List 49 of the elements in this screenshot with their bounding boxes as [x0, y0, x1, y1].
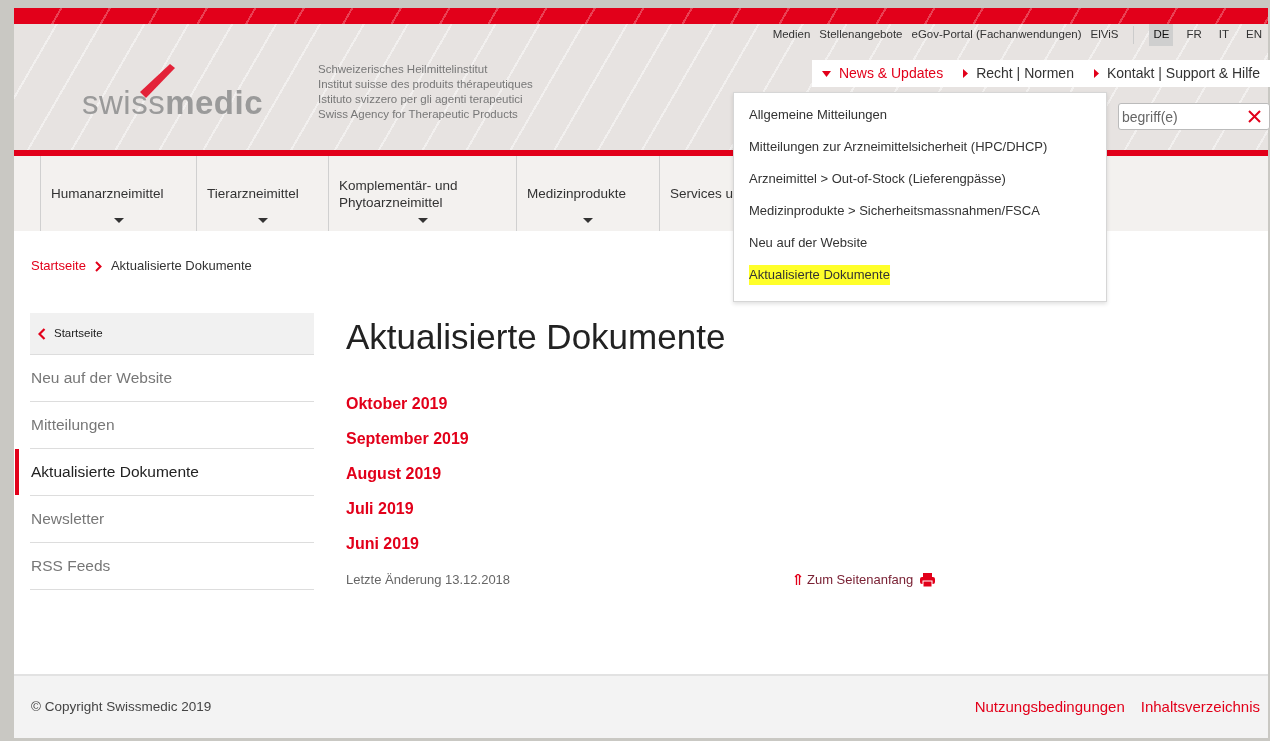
caret-right-icon: [1093, 69, 1099, 78]
month-link[interactable]: Oktober 2019: [346, 393, 448, 428]
dropdown-item[interactable]: Allgemeine Mitteilungen: [749, 99, 888, 131]
nav-menu-item[interactable]: Medizinprodukte: [516, 156, 659, 231]
month-link[interactable]: September 2019: [346, 428, 469, 463]
copyright-text: © Copyright Swissmedic 2019: [31, 697, 212, 716]
language-link[interactable]: DE: [1149, 24, 1174, 46]
language-link[interactable]: EN: [1242, 24, 1266, 46]
footer-link[interactable]: Nutzungsbedingungen: [974, 695, 1125, 719]
chevron-right-icon: [94, 260, 102, 272]
chevron-left-icon: [38, 327, 46, 340]
tagline-text: Swiss Agency for Therapeutic Products: [318, 107, 519, 122]
back-to-top-link[interactable]: Zum Seitenanfang: [794, 570, 914, 590]
last-modified-text: Letzte Änderung 13.12.2018: [346, 571, 512, 589]
sidebar-item[interactable]: Newsletter: [30, 496, 314, 543]
nav-menu-item[interactable]: Humanarzneimittel: [40, 156, 196, 231]
header-tab[interactable]: Kontakt | Support & Hilfe: [1083, 60, 1270, 87]
language-link[interactable]: IT: [1214, 24, 1233, 46]
breadcrumb-link[interactable]: Startseite: [31, 256, 86, 276]
nav-menu-item[interactable]: Tierarzneimittel: [196, 156, 328, 231]
page-title: Aktualisierte Dokumente: [346, 317, 727, 357]
caret-right-icon: [963, 69, 969, 78]
double-arrow-up-icon: [794, 574, 802, 586]
tagline-text: Istituto svizzero per gli agenti terapeutici: [318, 92, 524, 107]
sidebar-item[interactable]: Aktualisierte Dokumente: [30, 449, 314, 496]
selected-indicator: [15, 449, 19, 495]
header-tab[interactable]: Recht | Normen: [953, 60, 1084, 87]
language-link[interactable]: FR: [1182, 24, 1206, 46]
printer-icon[interactable]: [920, 572, 936, 587]
month-link[interactable]: Juli 2019: [346, 498, 414, 533]
utility-link[interactable]: ElViS: [1090, 26, 1119, 44]
utility-link[interactable]: Stellenangebote: [819, 26, 903, 44]
sidebar-back-link[interactable]: Startseite: [30, 313, 314, 355]
utility-link[interactable]: Medien: [772, 26, 811, 44]
caret-down-icon: [821, 70, 831, 77]
tagline-text: Institut suisse des produits thérapeutiques: [318, 77, 533, 92]
month-link[interactable]: August 2019: [346, 463, 442, 498]
close-icon[interactable]: [1248, 110, 1261, 123]
tagline-text: Schweizerisches Heilmittelinstitut: [318, 62, 489, 77]
utility-link[interactable]: eGov-Portal (Fachanwendungen): [911, 26, 1082, 44]
search-field[interactable]: begriff(e): [1118, 103, 1270, 130]
month-link[interactable]: Juni 2019: [346, 533, 419, 568]
sidebar-item[interactable]: Mitteilungen: [30, 402, 314, 449]
nav-menu-item[interactable]: Komplementär- und Phytoarzneimittel: [328, 156, 516, 231]
header-tab[interactable]: News & Updates: [811, 60, 954, 87]
sidebar-item[interactable]: Neu auf der Website: [30, 355, 314, 402]
footer-link[interactable]: Inhaltsverzeichnis: [1140, 695, 1260, 719]
breadcrumb-current: Aktualisierte Dokumente: [110, 257, 252, 276]
sidebar-item[interactable]: RSS Feeds: [30, 543, 314, 590]
